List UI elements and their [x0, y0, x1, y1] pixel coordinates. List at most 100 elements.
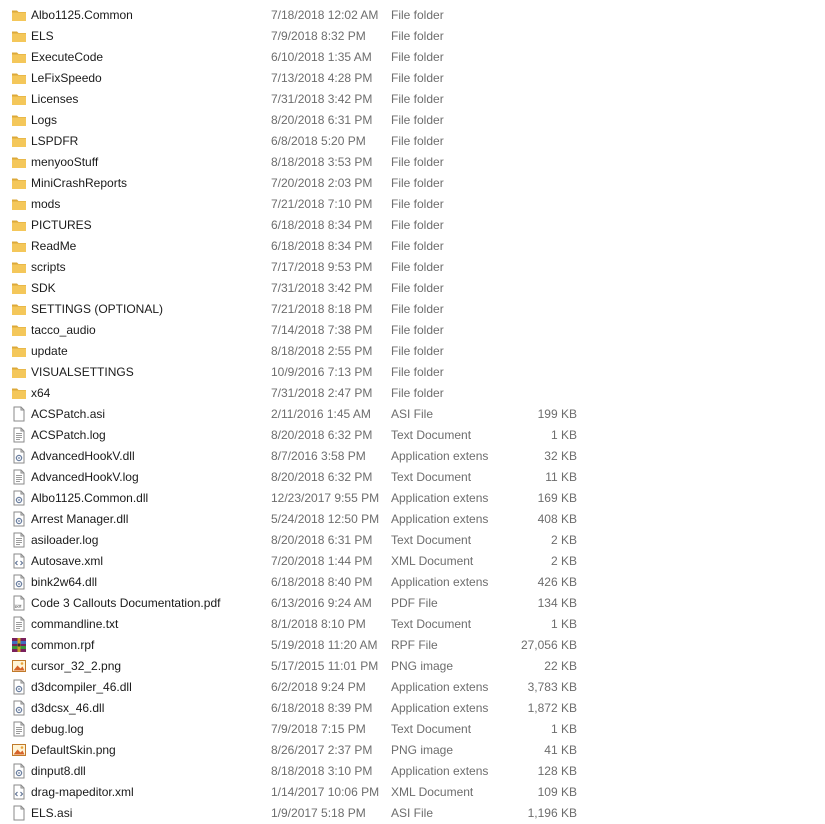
file-type: File folder — [391, 281, 444, 295]
file-list: Albo1125.Common 7/18/2018 12:02 AM File … — [0, 5, 825, 824]
folder-icon — [11, 154, 27, 170]
folder-icon — [11, 175, 27, 191]
file-date-modified: 7/9/2018 7:15 PM — [271, 722, 366, 736]
file-row[interactable]: VISUALSETTINGS 10/9/2016 7:13 PM File fo… — [0, 362, 600, 383]
file-row[interactable]: AdvancedHookV.log 8/20/2018 6:32 PM Text… — [0, 467, 600, 488]
file-name: d3dcsx_46.dll — [31, 701, 105, 715]
folder-icon — [11, 7, 27, 23]
file-row[interactable]: ReadMe 6/18/2018 8:34 PM File folder — [0, 236, 600, 257]
file-row[interactable]: debug.log 7/9/2018 7:15 PM Text Document… — [0, 719, 600, 740]
file-name: ExecuteCode — [31, 50, 104, 64]
file-row[interactable]: scripts 7/17/2018 9:53 PM File folder — [0, 257, 600, 278]
file-date-modified: 6/18/2018 8:40 PM — [271, 575, 373, 589]
file-type: File folder — [391, 302, 444, 316]
folder-icon — [11, 385, 27, 401]
file-size: 426 KB — [537, 575, 577, 589]
file-size: 169 KB — [537, 491, 577, 505]
file-row[interactable]: MiniCrashReports 7/20/2018 2:03 PM File … — [0, 173, 600, 194]
file-row[interactable]: Albo1125.Common.dll 12/23/2017 9:55 PM A… — [0, 488, 600, 509]
file-type: Application extens — [391, 764, 489, 778]
folder-icon — [11, 112, 27, 128]
folder-icon — [11, 238, 27, 254]
dll-file-icon — [11, 448, 27, 464]
file-size: 2 KB — [550, 554, 577, 568]
file-row[interactable]: PICTURES 6/18/2018 8:34 PM File folder — [0, 215, 600, 236]
file-row[interactable]: update 8/18/2018 2:55 PM File folder — [0, 341, 600, 362]
file-name: Logs — [31, 113, 58, 127]
file-row[interactable]: SDK 7/31/2018 3:42 PM File folder — [0, 278, 600, 299]
file-row[interactable]: Albo1125.Common 7/18/2018 12:02 AM File … — [0, 5, 600, 26]
file-row[interactable]: common.rpf 5/19/2018 11:20 AM RPF File 2… — [0, 635, 600, 656]
file-type: PNG image — [391, 743, 454, 757]
file-date-modified: 8/20/2018 6:31 PM — [271, 113, 373, 127]
file-type: File folder — [391, 260, 444, 274]
file-date-modified: 5/19/2018 11:20 AM — [271, 638, 378, 652]
file-row[interactable]: pdf Code 3 Callouts Documentation.pdf 6/… — [0, 593, 600, 614]
file-type: Text Document — [391, 428, 472, 442]
file-row[interactable]: SETTINGS (OPTIONAL) 7/21/2018 8:18 PM Fi… — [0, 299, 600, 320]
file-name: Autosave.xml — [31, 554, 104, 568]
file-name: AdvancedHookV.dll — [31, 449, 135, 463]
file-date-modified: 8/20/2018 6:32 PM — [271, 428, 373, 442]
file-name: DefaultSkin.png — [31, 743, 116, 757]
file-date-modified: 7/14/2018 7:38 PM — [271, 323, 373, 337]
file-size: 1,196 KB — [527, 806, 577, 820]
folder-icon — [11, 322, 27, 338]
file-name: MiniCrashReports — [31, 176, 128, 190]
file-row[interactable]: Licenses 7/31/2018 3:42 PM File folder — [0, 89, 600, 110]
file-type: File folder — [391, 92, 444, 106]
file-size: 128 KB — [537, 764, 577, 778]
file-name: Licenses — [31, 92, 79, 106]
file-row[interactable]: LSPDFR 6/8/2018 5:20 PM File folder — [0, 131, 600, 152]
file-row[interactable]: d3dcompiler_46.dll 6/2/2018 9:24 PM Appl… — [0, 677, 600, 698]
file-row[interactable]: x64 7/31/2018 2:47 PM File folder — [0, 383, 600, 404]
file-row[interactable]: asiloader.log 8/20/2018 6:31 PM Text Doc… — [0, 530, 600, 551]
folder-icon — [11, 343, 27, 359]
file-name: ACSPatch.asi — [31, 407, 106, 421]
file-type: Application extens — [391, 701, 489, 715]
file-row[interactable]: ACSPatch.asi 2/11/2016 1:45 AM ASI File … — [0, 404, 600, 425]
file-row[interactable]: drag-mapeditor.xml 1/14/2017 10:06 PM XM… — [0, 782, 600, 803]
file-date-modified: 8/26/2017 2:37 PM — [271, 743, 373, 757]
folder-icon — [11, 70, 27, 86]
file-row[interactable]: Autosave.xml 7/20/2018 1:44 PM XML Docum… — [0, 551, 600, 572]
file-type: XML Document — [391, 554, 474, 568]
file-date-modified: 8/1/2018 8:10 PM — [271, 617, 366, 631]
file-size: 3,783 KB — [527, 680, 577, 694]
file-row[interactable]: Arrest Manager.dll 5/24/2018 12:50 PM Ap… — [0, 509, 600, 530]
file-row[interactable]: d3dcsx_46.dll 6/18/2018 8:39 PM Applicat… — [0, 698, 600, 719]
file-row[interactable]: commandline.txt 8/1/2018 8:10 PM Text Do… — [0, 614, 600, 635]
file-row[interactable]: tacco_audio 7/14/2018 7:38 PM File folde… — [0, 320, 600, 341]
file-type: File folder — [391, 50, 444, 64]
file-row[interactable]: bink2w64.dll 6/18/2018 8:40 PM Applicati… — [0, 572, 600, 593]
file-name: VISUALSETTINGS — [31, 365, 134, 379]
file-row[interactable]: ELS 7/9/2018 8:32 PM File folder — [0, 26, 600, 47]
file-row[interactable]: DefaultSkin.png 8/26/2017 2:37 PM PNG im… — [0, 740, 600, 761]
file-name: asiloader.log — [31, 533, 99, 547]
file-date-modified: 7/21/2018 8:18 PM — [271, 302, 373, 316]
file-name: x64 — [31, 386, 51, 400]
file-date-modified: 12/23/2017 9:55 PM — [271, 491, 380, 505]
file-row[interactable]: cursor_32_2.png 5/17/2015 11:01 PM PNG i… — [0, 656, 600, 677]
file-row[interactable]: mods 7/21/2018 7:10 PM File folder — [0, 194, 600, 215]
file-name: ReadMe — [31, 239, 77, 253]
file-date-modified: 7/20/2018 1:44 PM — [271, 554, 373, 568]
file-type: Text Document — [391, 533, 472, 547]
file-row[interactable]: AdvancedHookV.dll 8/7/2016 3:58 PM Appli… — [0, 446, 600, 467]
file-size: 109 KB — [537, 785, 577, 799]
file-type: File folder — [391, 134, 444, 148]
file-row[interactable]: dinput8.dll 8/18/2018 3:10 PM Applicatio… — [0, 761, 600, 782]
file-row[interactable]: LeFixSpeedo 7/13/2018 4:28 PM File folde… — [0, 68, 600, 89]
file-date-modified: 8/18/2018 2:55 PM — [271, 344, 373, 358]
file-row[interactable]: ACSPatch.log 8/20/2018 6:32 PM Text Docu… — [0, 425, 600, 446]
folder-icon — [11, 28, 27, 44]
folder-icon — [11, 217, 27, 233]
file-size: 2 KB — [550, 533, 577, 547]
file-row[interactable]: Logs 8/20/2018 6:31 PM File folder — [0, 110, 600, 131]
file-date-modified: 7/20/2018 2:03 PM — [271, 176, 373, 190]
file-row[interactable]: menyooStuff 8/18/2018 3:53 PM File folde… — [0, 152, 600, 173]
file-name: menyooStuff — [31, 155, 99, 169]
file-date-modified: 7/17/2018 9:53 PM — [271, 260, 373, 274]
dll-file-icon — [11, 679, 27, 695]
file-row[interactable]: ExecuteCode 6/10/2018 1:35 AM File folde… — [0, 47, 600, 68]
